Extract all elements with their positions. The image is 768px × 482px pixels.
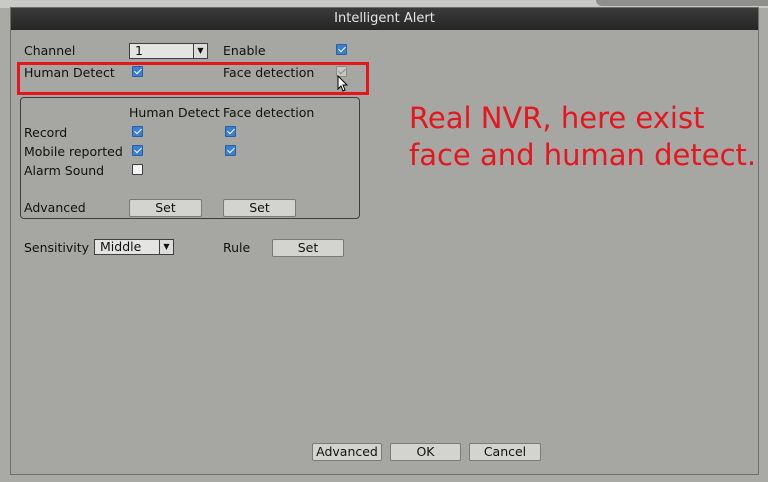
rule-set-button[interactable]: Set	[272, 239, 344, 257]
backdrop-notch	[596, 0, 768, 6]
channel-select[interactable]: 1 ▼	[129, 43, 208, 59]
chevron-down-icon: ▼	[159, 240, 173, 254]
advanced-label: Advanced	[24, 200, 86, 215]
intelligent-alert-dialog: Intelligent Alert Channel 1 ▼ Enable Hum…	[10, 7, 759, 475]
channel-label: Channel	[24, 43, 76, 58]
alarm-sound-label: Alarm Sound	[24, 163, 105, 178]
cancel-button[interactable]: Cancel	[469, 443, 541, 461]
col-header-human-detect: Human Detect	[129, 105, 220, 120]
mouse-cursor-icon	[337, 75, 349, 92]
sensitivity-label: Sensitivity	[24, 240, 90, 255]
footer-advanced-button[interactable]: Advanced	[312, 443, 382, 461]
annotation-highlight-box	[17, 62, 369, 95]
enable-checkbox[interactable]	[336, 44, 347, 55]
dialog-title: Intelligent Alert	[11, 8, 758, 30]
rule-label: Rule	[223, 240, 251, 255]
mobile-reported-label: Mobile reported	[24, 144, 123, 159]
advanced-set-button-human[interactable]: Set	[129, 199, 202, 217]
mobile-reported-face-checkbox[interactable]	[225, 145, 236, 156]
chevron-down-icon: ▼	[193, 44, 207, 58]
record-face-checkbox[interactable]	[225, 126, 236, 137]
col-header-face-detection: Face detection	[223, 105, 315, 120]
mobile-reported-human-checkbox[interactable]	[132, 145, 143, 156]
sensitivity-select-value: Middle	[100, 239, 142, 254]
ok-button[interactable]: OK	[390, 443, 461, 461]
annotation-line-1: Real NVR, here exist	[409, 101, 705, 135]
annotation-line-2: face and human detect.	[409, 138, 757, 172]
sensitivity-select[interactable]: Middle ▼	[94, 239, 174, 255]
enable-label: Enable	[223, 43, 266, 58]
alarm-sound-human-checkbox[interactable]	[132, 164, 143, 175]
channel-select-value: 1	[135, 43, 143, 58]
record-label: Record	[24, 125, 68, 140]
record-human-checkbox[interactable]	[132, 126, 143, 137]
annotation-text: Real NVR, here exist face and human dete…	[409, 100, 756, 174]
advanced-set-button-face[interactable]: Set	[223, 199, 296, 217]
